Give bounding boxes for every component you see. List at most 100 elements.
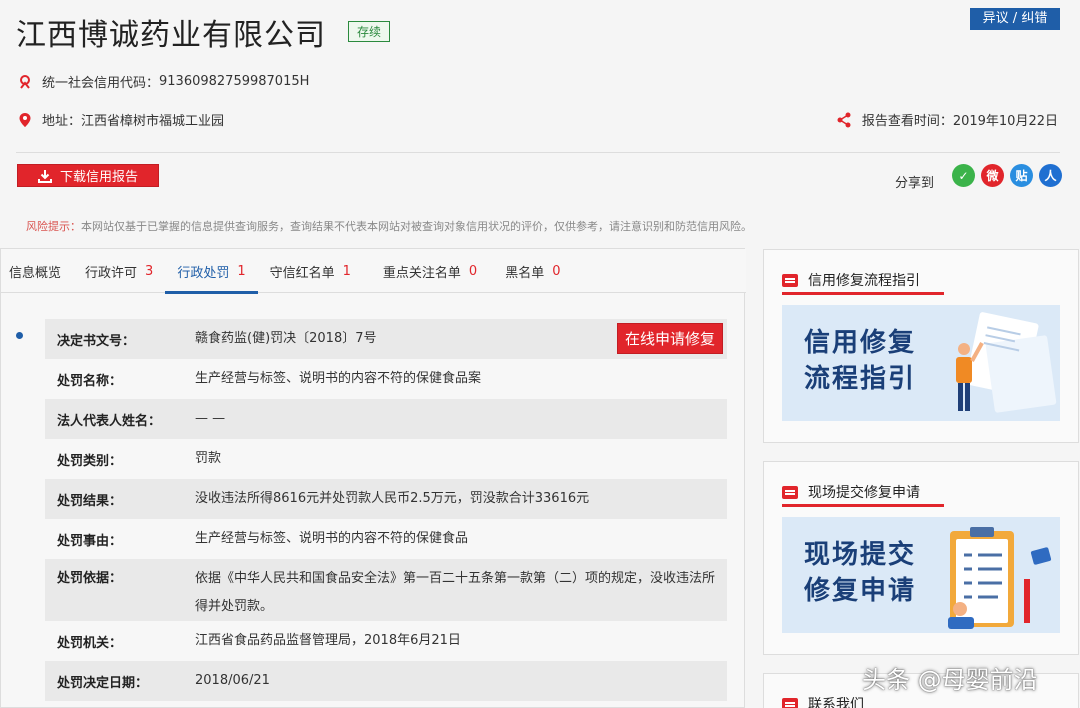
tab-admin-license[interactable]: 行政许可 3 (73, 249, 165, 293)
tab-label: 守信红名单 (269, 265, 335, 281)
detail-row: 处罚类别： 罚款 (45, 439, 727, 479)
watermark: 头条 @母婴前沿 (862, 666, 1038, 694)
report-time-label: 报告查看时间： (861, 114, 953, 129)
card-header: 现场提交修复申请 (782, 482, 920, 502)
tab-count: 0 (468, 263, 478, 279)
wechat-icon[interactable]: ✓ (952, 164, 975, 187)
status-badge: 存续 (348, 21, 391, 42)
tab-count: 1 (342, 263, 351, 279)
field-value: — — (195, 411, 226, 426)
tab-label: 黑名单 (505, 265, 545, 281)
address-value: 江西省樟树市福城工业园 (81, 114, 225, 129)
field-label: 法人代表人姓名： (57, 413, 162, 429)
onsite-repair-card: 现场提交修复申请 现场提交 修复申请 (763, 461, 1079, 655)
repair-guide-banner[interactable]: 信用修复 流程指引 (782, 305, 1060, 421)
card-underline (782, 504, 944, 507)
download-icon (37, 169, 52, 183)
field-label: 处罚机关： (57, 635, 123, 651)
main-panel: 信息概览 行政许可 3 行政处罚 1 守信红名单 1 重点关注名单 0 黑名单 0 决定书… (0, 248, 746, 708)
field-label: 决定书文号： (57, 333, 136, 349)
tab-count: 0 (552, 263, 561, 279)
penalty-detail: 决定书文号： 赣食药监(健)罚决〔2018〕7号 在线申请修复 处罚名称： 生产… (45, 319, 727, 701)
tab-admin-penalty[interactable]: 行政处罚 1 (165, 249, 258, 294)
id-badge-icon (20, 74, 30, 89)
card-underline (782, 292, 944, 295)
repair-guide-card: 信用修复流程指引 信用修复 流程指引 (763, 249, 1079, 443)
tab-blacklist[interactable]: 黑名单 0 (489, 249, 572, 293)
card-header: 信用修复流程指引 (782, 270, 920, 290)
card-title: 联系我们 (808, 697, 864, 708)
report-time: 报告查看时间： 2019年10月22日 (836, 110, 1058, 129)
weibo-icon[interactable]: 微 (981, 164, 1004, 187)
field-label: 处罚结果： (57, 493, 123, 509)
field-value: 生产经营与标签、说明书的内容不符的保健食品 (195, 531, 469, 546)
banner-line: 修复申请 (804, 576, 917, 606)
field-label: 处罚类别： (57, 453, 123, 469)
tab-bar: 信息概览 行政许可 3 行政处罚 1 守信红名单 1 重点关注名单 0 黑名单 0 (1, 249, 746, 294)
banner-text: 现场提交 修复申请 (804, 537, 916, 609)
credit-code-label: 统一社会信用代码： (42, 76, 160, 91)
detail-row: 处罚决定日期： 2018/06/21 (45, 661, 727, 701)
tab-red-list[interactable]: 守信红名单 1 (258, 249, 363, 293)
onsite-repair-banner[interactable]: 现场提交 修复申请 (782, 517, 1060, 633)
field-value: 没收违法所得8616元并处罚款人民币2.5万元，罚没款合计33616元 (195, 491, 590, 506)
share-nodes-icon (837, 112, 851, 127)
tieba-icon[interactable]: 贴 (1010, 164, 1033, 187)
field-label: 处罚决定日期： (57, 675, 149, 691)
field-value: 依据《中华人民共和国食品安全法》第一百二十五条第一款第（二）项的规定，没收违法所… (195, 571, 716, 614)
field-value: 江西省食品药品监督管理局，2018年6月21日 (195, 633, 461, 648)
detail-row: 决定书文号： 赣食药监(健)罚决〔2018〕7号 在线申请修复 (45, 319, 727, 359)
share-icons: ✓ 微 贴 人 (952, 164, 1062, 187)
share-label: 分享到 (895, 176, 935, 191)
field-label: 处罚事由： (57, 533, 123, 549)
document-icon (782, 697, 798, 708)
clipboard-illustration (948, 527, 1052, 629)
address-label: 地址： (42, 114, 82, 129)
detail-row: 处罚机关： 江西省食品药品监督管理局，2018年6月21日 (45, 621, 727, 661)
company-header: 江西博诚药业有限公司 存续 异议 / 纠错 统一社会信用代码： 91360982… (0, 0, 1080, 240)
detail-row: 处罚名称： 生产经营与标签、说明书的内容不符的保健食品案 (45, 359, 727, 399)
report-time-value: 2019年10月22日 (952, 114, 1058, 129)
banner-line: 现场提交 (804, 540, 917, 570)
tab-label: 信息概览 (9, 265, 62, 281)
field-value: 2018/06/21 (195, 673, 270, 688)
record-bullet (16, 332, 23, 339)
banner-text: 信用修复 流程指引 (804, 325, 916, 397)
card-header: 联系我们 (782, 694, 864, 708)
download-report-label: 下载信用报告 (59, 170, 138, 185)
detail-row: 处罚事由： 生产经营与标签、说明书的内容不符的保健食品 (45, 519, 727, 559)
field-value: 罚款 (195, 451, 222, 466)
tab-watch-list[interactable]: 重点关注名单 0 (363, 249, 489, 293)
tab-count: 1 (237, 263, 246, 279)
online-repair-button[interactable]: 在线申请修复 (617, 323, 723, 354)
tab-label: 行政许可 (85, 265, 138, 281)
risk-notice: 风险提示：本网站仅基于已掌握的信息提供查询服务，查询结果不代表本网站对被查询对象… (26, 218, 752, 234)
field-value: 生产经营与标签、说明书的内容不符的保健食品案 (195, 371, 482, 386)
download-report-button[interactable]: 下载信用报告 (17, 164, 159, 187)
card-title: 现场提交修复申请 (808, 485, 920, 501)
header-divider (16, 152, 1060, 153)
document-icon (782, 485, 798, 499)
tab-label: 行政处罚 (177, 265, 230, 281)
credit-code-value: 91360982759987015H (159, 74, 310, 89)
detail-row: 法人代表人姓名： — — (45, 399, 727, 439)
document-icon (782, 273, 798, 287)
risk-text: 本网站仅基于已掌握的信息提供查询服务，查询结果不代表本网站对被查询对象信用状况的… (81, 220, 752, 233)
tab-overview[interactable]: 信息概览 (1, 249, 73, 293)
tab-label: 重点关注名单 (382, 265, 461, 281)
detail-row: 处罚结果： 没收违法所得8616元并处罚款人民币2.5万元，罚没款合计33616… (45, 479, 727, 519)
risk-label: 风险提示： (26, 220, 81, 233)
field-label: 处罚名称： (57, 373, 123, 389)
tab-count: 3 (145, 263, 154, 279)
location-pin-icon (19, 112, 31, 127)
company-name: 江西博诚药业有限公司 (16, 18, 326, 53)
address-row: 地址： 江西省樟树市福城工业园 (18, 110, 224, 129)
banner-line: 流程指引 (804, 364, 917, 394)
objection-button[interactable]: 异议 / 纠错 (970, 8, 1060, 30)
renren-icon[interactable]: 人 (1039, 164, 1062, 187)
field-label: 处罚依据： (57, 571, 123, 586)
person-documents-illustration (956, 312, 1057, 413)
detail-row: 处罚依据： 依据《中华人民共和国食品安全法》第一百二十五条第一款第（二）项的规定… (45, 559, 727, 621)
banner-line: 信用修复 (804, 328, 917, 358)
card-title: 信用修复流程指引 (808, 273, 920, 289)
